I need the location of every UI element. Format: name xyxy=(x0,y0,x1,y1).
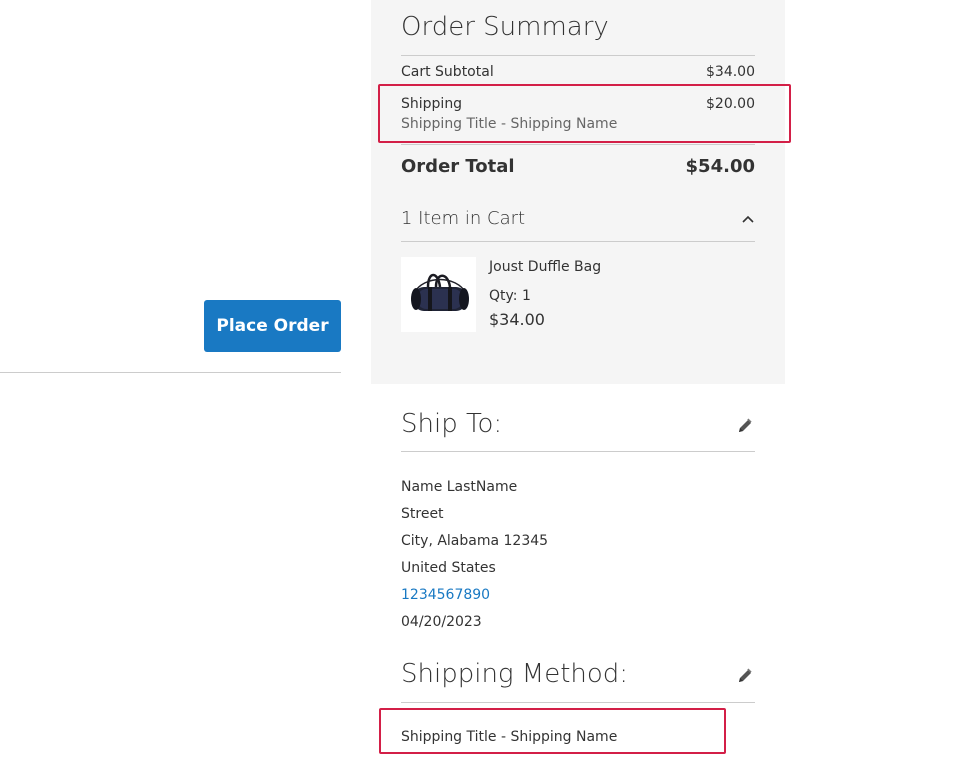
order-total-value: $54.00 xyxy=(685,156,755,177)
duffle-bag-icon xyxy=(404,263,474,327)
shipping-method-divider xyxy=(401,702,755,703)
product-thumbnail xyxy=(401,257,476,332)
shipping-method-title: Shipping Method: xyxy=(401,659,629,689)
product-price: $34.00 xyxy=(489,310,545,329)
summary-divider xyxy=(401,144,755,145)
product-name: Joust Duffle Bag xyxy=(489,259,602,275)
cart-divider xyxy=(401,241,755,242)
ship-to-divider xyxy=(401,451,755,452)
highlight-shipping-method xyxy=(379,708,726,754)
cart-subtotal-label: Cart Subtotal xyxy=(401,64,494,80)
address-street: Street xyxy=(401,506,444,522)
address-name: Name LastName xyxy=(401,479,518,495)
address-country: United States xyxy=(401,560,496,576)
order-summary-title: Order Summary xyxy=(401,12,609,42)
place-order-button[interactable]: Place Order xyxy=(204,300,341,352)
highlight-shipping-summary xyxy=(378,84,791,143)
divider xyxy=(0,372,341,373)
address-date: 04/20/2023 xyxy=(401,614,482,630)
summary-divider xyxy=(401,55,755,56)
order-total-label: Order Total xyxy=(401,156,515,177)
ship-to-title: Ship To: xyxy=(401,409,503,439)
address-phone-link[interactable]: 1234567890 xyxy=(401,585,490,605)
edit-shipping-method-pencil-icon[interactable] xyxy=(736,667,754,685)
address-city: City, Alabama 12345 xyxy=(401,533,549,549)
chevron-up-icon[interactable] xyxy=(740,211,756,227)
cart-subtotal-value: $34.00 xyxy=(706,64,755,80)
product-qty: Qty: 1 xyxy=(489,288,531,304)
items-in-cart-toggle[interactable]: 1 Item in Cart xyxy=(401,206,525,232)
edit-ship-to-pencil-icon[interactable] xyxy=(736,417,754,435)
